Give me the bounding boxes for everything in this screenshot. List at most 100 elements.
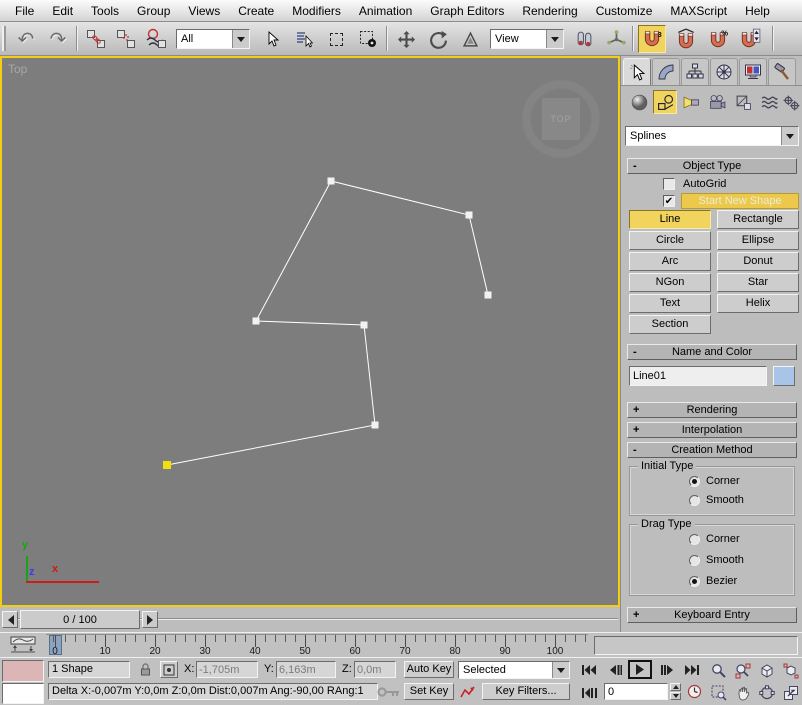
absolute-mode-toggle[interactable] xyxy=(160,661,178,678)
key-filters-button[interactable]: Key Filters... xyxy=(482,683,570,700)
go-to-start-button[interactable] xyxy=(578,662,600,678)
viewcube[interactable]: TOP xyxy=(523,81,599,157)
category-lights[interactable] xyxy=(679,90,703,114)
zoom-extents-button[interactable] xyxy=(756,661,778,680)
key-mode-toggle-button[interactable] xyxy=(578,685,600,701)
category-helpers[interactable] xyxy=(731,90,755,114)
track-bar-ruler[interactable]: 0 10 20 30 40 50 60 70 80 90 100 xyxy=(46,634,588,657)
go-to-end-button[interactable] xyxy=(680,662,702,678)
previous-frame-button[interactable] xyxy=(604,662,626,678)
start-new-shape-button[interactable]: Start New Shape xyxy=(681,193,799,209)
category-systems[interactable] xyxy=(779,90,802,114)
select-by-name-button[interactable] xyxy=(290,25,318,53)
toolbar-grip[interactable] xyxy=(2,26,7,51)
redo-button[interactable]: ↷ xyxy=(44,25,72,53)
selection-set-arrow[interactable] xyxy=(552,662,569,678)
tab-modify[interactable] xyxy=(652,58,680,85)
rollout-creation-method[interactable]: - Creation Method xyxy=(627,442,797,458)
menu-tools[interactable]: Tools xyxy=(82,4,128,18)
tab-create[interactable] xyxy=(623,58,651,85)
menu-edit[interactable]: Edit xyxy=(43,4,82,18)
drag-type-corner-radio[interactable]: Corner xyxy=(689,533,740,545)
selection-lock-toggle[interactable] xyxy=(136,661,154,678)
object-type-helix[interactable]: Helix xyxy=(717,294,799,313)
selection-set-dropdown[interactable]: Selected xyxy=(458,661,570,679)
spinner-snap-button[interactable] xyxy=(736,25,764,53)
menu-modifiers[interactable]: Modifiers xyxy=(283,4,350,18)
select-and-manipulate-button[interactable] xyxy=(602,25,630,53)
initial-type-corner-radio[interactable]: Corner xyxy=(689,475,740,487)
mini-curve-editor-button[interactable] xyxy=(6,635,40,655)
y-coord-input[interactable] xyxy=(277,662,335,677)
object-type-rectangle[interactable]: Rectangle xyxy=(717,210,799,229)
undo-button[interactable]: ↶ xyxy=(12,25,40,53)
maxscript-listener-white[interactable] xyxy=(2,683,44,704)
reference-coordinate-arrow[interactable] xyxy=(546,30,563,48)
select-and-link-button[interactable] xyxy=(82,25,110,53)
tab-hierarchy[interactable] xyxy=(681,58,709,85)
shape-category-arrow[interactable] xyxy=(781,127,798,145)
autogrid-checkbox[interactable] xyxy=(663,178,675,190)
object-type-line[interactable]: Line xyxy=(629,210,711,229)
percent-snap-button[interactable]: % xyxy=(704,25,732,53)
menu-graph-editors[interactable]: Graph Editors xyxy=(421,4,513,18)
zoom-all-button[interactable] xyxy=(732,661,754,680)
menu-file[interactable]: File xyxy=(6,4,43,18)
maxscript-listener-pink[interactable] xyxy=(2,660,44,682)
rectangular-selection-region-button[interactable] xyxy=(322,25,350,53)
time-slider-prev-button[interactable] xyxy=(2,611,18,628)
time-configuration-button[interactable] xyxy=(684,683,704,700)
select-and-move-button[interactable] xyxy=(392,25,420,53)
angle-snap-button[interactable] xyxy=(672,25,700,53)
category-shapes[interactable] xyxy=(653,90,677,114)
category-space-warps[interactable] xyxy=(757,90,781,114)
object-name-input[interactable] xyxy=(630,367,766,385)
zoom-extents-all-button[interactable] xyxy=(780,661,802,680)
tab-utilities[interactable] xyxy=(768,58,796,85)
rollout-name-and-color[interactable]: - Name and Color xyxy=(627,344,797,360)
rollout-object-type[interactable]: - Object Type xyxy=(627,158,797,174)
snaps-toggle-3d-button[interactable]: 3 xyxy=(638,25,666,53)
set-key-mode-button[interactable] xyxy=(458,683,476,700)
shape-category-dropdown[interactable]: Splines xyxy=(625,126,799,146)
object-type-text[interactable]: Text xyxy=(629,294,711,313)
menu-customize[interactable]: Customize xyxy=(587,4,662,18)
use-pivot-point-center-button[interactable] xyxy=(570,25,598,53)
drag-type-bezier-radio[interactable]: Bezier xyxy=(689,575,737,587)
viewport-top[interactable]: Top TOP y z x xyxy=(0,56,620,607)
select-object-button[interactable] xyxy=(258,25,286,53)
frame-spinner[interactable] xyxy=(670,683,681,700)
menu-rendering[interactable]: Rendering xyxy=(513,4,586,18)
min-max-toggle-button[interactable] xyxy=(780,683,802,702)
x-coord-input[interactable] xyxy=(197,662,257,677)
category-cameras[interactable] xyxy=(705,90,729,114)
select-and-scale-button[interactable] xyxy=(456,25,484,53)
play-animation-button[interactable] xyxy=(628,660,652,679)
tab-display[interactable] xyxy=(739,58,767,85)
select-and-rotate-button[interactable] xyxy=(424,25,452,53)
object-type-section[interactable]: Section xyxy=(629,315,711,334)
pan-view-button[interactable] xyxy=(732,683,754,702)
rollout-interpolation[interactable]: + Interpolation xyxy=(627,422,797,438)
unlink-selection-button[interactable] xyxy=(112,25,140,53)
reference-coordinate-dropdown[interactable]: View xyxy=(490,29,564,49)
object-type-ngon[interactable]: NGon xyxy=(629,273,711,292)
object-type-ellipse[interactable]: Ellipse xyxy=(717,231,799,250)
z-coord-input[interactable] xyxy=(355,662,395,677)
current-frame-input[interactable] xyxy=(605,684,667,699)
auto-key-button[interactable]: Auto Key xyxy=(404,661,454,678)
menu-views[interactable]: Views xyxy=(179,4,229,18)
window-crossing-button[interactable] xyxy=(354,25,382,53)
object-type-arc[interactable]: Arc xyxy=(629,252,711,271)
menu-animation[interactable]: Animation xyxy=(350,4,421,18)
keyboard-override-toggle[interactable] xyxy=(376,680,402,704)
rollout-rendering[interactable]: + Rendering xyxy=(627,402,797,418)
time-slider-next-button[interactable] xyxy=(142,611,158,628)
tab-motion[interactable] xyxy=(710,58,738,85)
menu-group[interactable]: Group xyxy=(128,4,179,18)
object-type-circle[interactable]: Circle xyxy=(629,231,711,250)
zoom-region-button[interactable] xyxy=(708,683,730,702)
viewcube-top-face[interactable]: TOP xyxy=(542,98,580,140)
object-type-star[interactable]: Star xyxy=(717,273,799,292)
viewport-label[interactable]: Top xyxy=(8,62,27,76)
